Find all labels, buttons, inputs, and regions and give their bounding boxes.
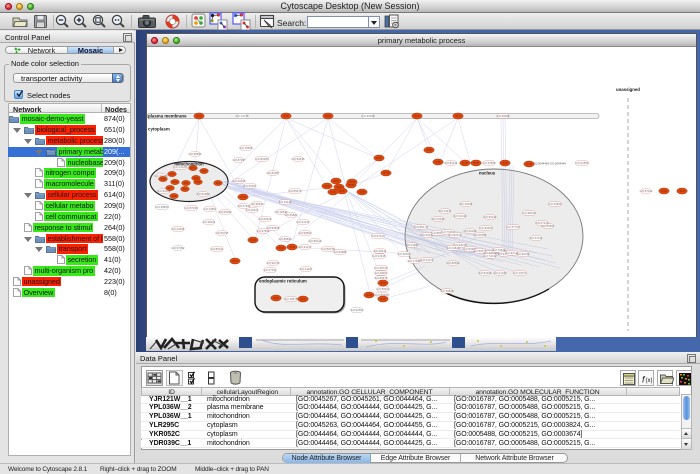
svg-text:GO:42098: GO:42098 <box>362 114 375 118</box>
svg-text:GO:31319: GO:31319 <box>297 220 310 224</box>
svg-text:GO:61856: GO:61856 <box>576 161 589 165</box>
svg-text:GO:87397: GO:87397 <box>233 158 246 162</box>
svg-text:unassigned: unassigned <box>616 87 640 92</box>
svg-text:GO:98039: GO:98039 <box>523 211 536 215</box>
svg-text:GO:19071: GO:19071 <box>514 271 527 275</box>
svg-text:GO:74042: GO:74042 <box>484 254 497 258</box>
svg-text:GO:80284: GO:80284 <box>256 157 269 161</box>
svg-text:GO:82512: GO:82512 <box>449 233 462 237</box>
svg-text:GO:47930: GO:47930 <box>238 204 251 208</box>
svg-text:GO:86622: GO:86622 <box>377 287 390 291</box>
svg-text:(x): (x) <box>646 378 653 384</box>
svg-text:GO:23396: GO:23396 <box>172 227 185 231</box>
svg-text:GO:82063: GO:82063 <box>480 226 493 230</box>
svg-text:GO:24662: GO:24662 <box>406 243 419 247</box>
svg-text:GO:28726: GO:28726 <box>375 266 388 270</box>
svg-text:GO:84364: GO:84364 <box>479 271 492 275</box>
svg-text:GO:88172: GO:88172 <box>415 225 428 229</box>
svg-text:GO:37869: GO:37869 <box>483 161 496 165</box>
svg-text:GO:83563: GO:83563 <box>197 192 210 196</box>
svg-text:GO:24371: GO:24371 <box>439 209 452 213</box>
svg-text:GO:59823: GO:59823 <box>285 213 298 217</box>
svg-text:GO:99192: GO:99192 <box>484 215 497 219</box>
svg-text:GO:96673: GO:96673 <box>251 202 264 206</box>
svg-text:GO:15695: GO:15695 <box>240 146 253 150</box>
svg-text:GO:21915: GO:21915 <box>373 254 386 258</box>
svg-text:GO:26828: GO:26828 <box>441 289 454 293</box>
svg-text:GO:85674: GO:85674 <box>289 189 302 193</box>
svg-text:GO:38221: GO:38221 <box>203 220 216 224</box>
svg-text:GO:99593: GO:99593 <box>299 231 312 235</box>
svg-text:endoplasmic reticulum: endoplasmic reticulum <box>259 279 307 284</box>
svg-text:GO:38893: GO:38893 <box>156 205 169 209</box>
svg-text:GO:39451: GO:39451 <box>460 202 473 206</box>
svg-text:GO:30032: GO:30032 <box>517 252 530 256</box>
svg-text:nucleus: nucleus <box>479 171 496 176</box>
svg-text:GO:99733: GO:99733 <box>267 261 280 265</box>
svg-text:GO:37760: GO:37760 <box>507 225 520 229</box>
svg-text:GO:87110: GO:87110 <box>640 189 653 193</box>
svg-text:GO:82357: GO:82357 <box>267 171 280 175</box>
svg-text:GO:59797: GO:59797 <box>216 231 229 235</box>
svg-text:GO:18675: GO:18675 <box>285 297 298 301</box>
svg-text:GO:28301: GO:28301 <box>375 271 388 275</box>
svg-text:GO:17331: GO:17331 <box>264 268 277 272</box>
svg-text:GO:46421: GO:46421 <box>246 208 259 212</box>
svg-text:GO:31417: GO:31417 <box>299 245 312 249</box>
svg-text:GO:62581: GO:62581 <box>351 308 364 312</box>
svg-text:GO:10851: GO:10851 <box>204 207 217 211</box>
svg-text:GO:0044464 GO:0044444: GO:0044464 GO:0044444 <box>533 162 566 166</box>
svg-text:GO:84341: GO:84341 <box>445 161 458 165</box>
svg-text:GO:69429: GO:69429 <box>259 217 272 221</box>
svg-text:GO:93886: GO:93886 <box>334 250 347 254</box>
svg-text:GO:99353: GO:99353 <box>474 233 487 237</box>
svg-text:GO:80010: GO:80010 <box>309 239 322 243</box>
svg-text:GO:31174: GO:31174 <box>421 258 434 262</box>
svg-text:GO:57052: GO:57052 <box>172 246 185 250</box>
svg-text:GO:59615: GO:59615 <box>292 157 305 161</box>
svg-text:GO:21226: GO:21226 <box>494 271 507 275</box>
svg-text:GO:89131: GO:89131 <box>211 247 224 251</box>
svg-text:mitochondrion: mitochondrion <box>174 162 204 167</box>
svg-text:GO:50306: GO:50306 <box>398 252 411 256</box>
svg-text:GO:54313: GO:54313 <box>432 217 445 221</box>
svg-text:GO:65392: GO:65392 <box>219 210 232 214</box>
svg-text:GO:19116: GO:19116 <box>279 200 292 204</box>
svg-text:GO:92240: GO:92240 <box>454 214 467 218</box>
svg-text:plasma membrane: plasma membrane <box>148 114 187 119</box>
svg-text:GO:98696: GO:98696 <box>189 152 202 156</box>
svg-text:GO:13278: GO:13278 <box>236 114 249 118</box>
svg-text:GO:44741: GO:44741 <box>530 236 543 240</box>
svg-text:GO:28289: GO:28289 <box>497 114 510 118</box>
svg-text:GO:28131: GO:28131 <box>374 249 387 253</box>
svg-text:GO:14207: GO:14207 <box>300 267 313 271</box>
svg-text:GO:87236: GO:87236 <box>185 206 198 210</box>
svg-text:GO:24621: GO:24621 <box>447 246 460 250</box>
svg-text:GO:83579: GO:83579 <box>375 276 388 280</box>
svg-text:GO:89840: GO:89840 <box>279 237 292 241</box>
svg-text:GO:25860: GO:25860 <box>549 202 562 206</box>
svg-text:GO:57447: GO:57447 <box>372 234 385 238</box>
svg-text:GO:92397: GO:92397 <box>244 184 257 188</box>
svg-text:GO:17592: GO:17592 <box>408 259 421 263</box>
svg-text:GO:67422: GO:67422 <box>536 221 549 225</box>
svg-text:GO:40495: GO:40495 <box>233 179 246 183</box>
svg-text:GO:97841: GO:97841 <box>257 229 270 233</box>
svg-text:cytoplasm: cytoplasm <box>148 127 170 132</box>
svg-text:GO:88504: GO:88504 <box>447 261 460 265</box>
